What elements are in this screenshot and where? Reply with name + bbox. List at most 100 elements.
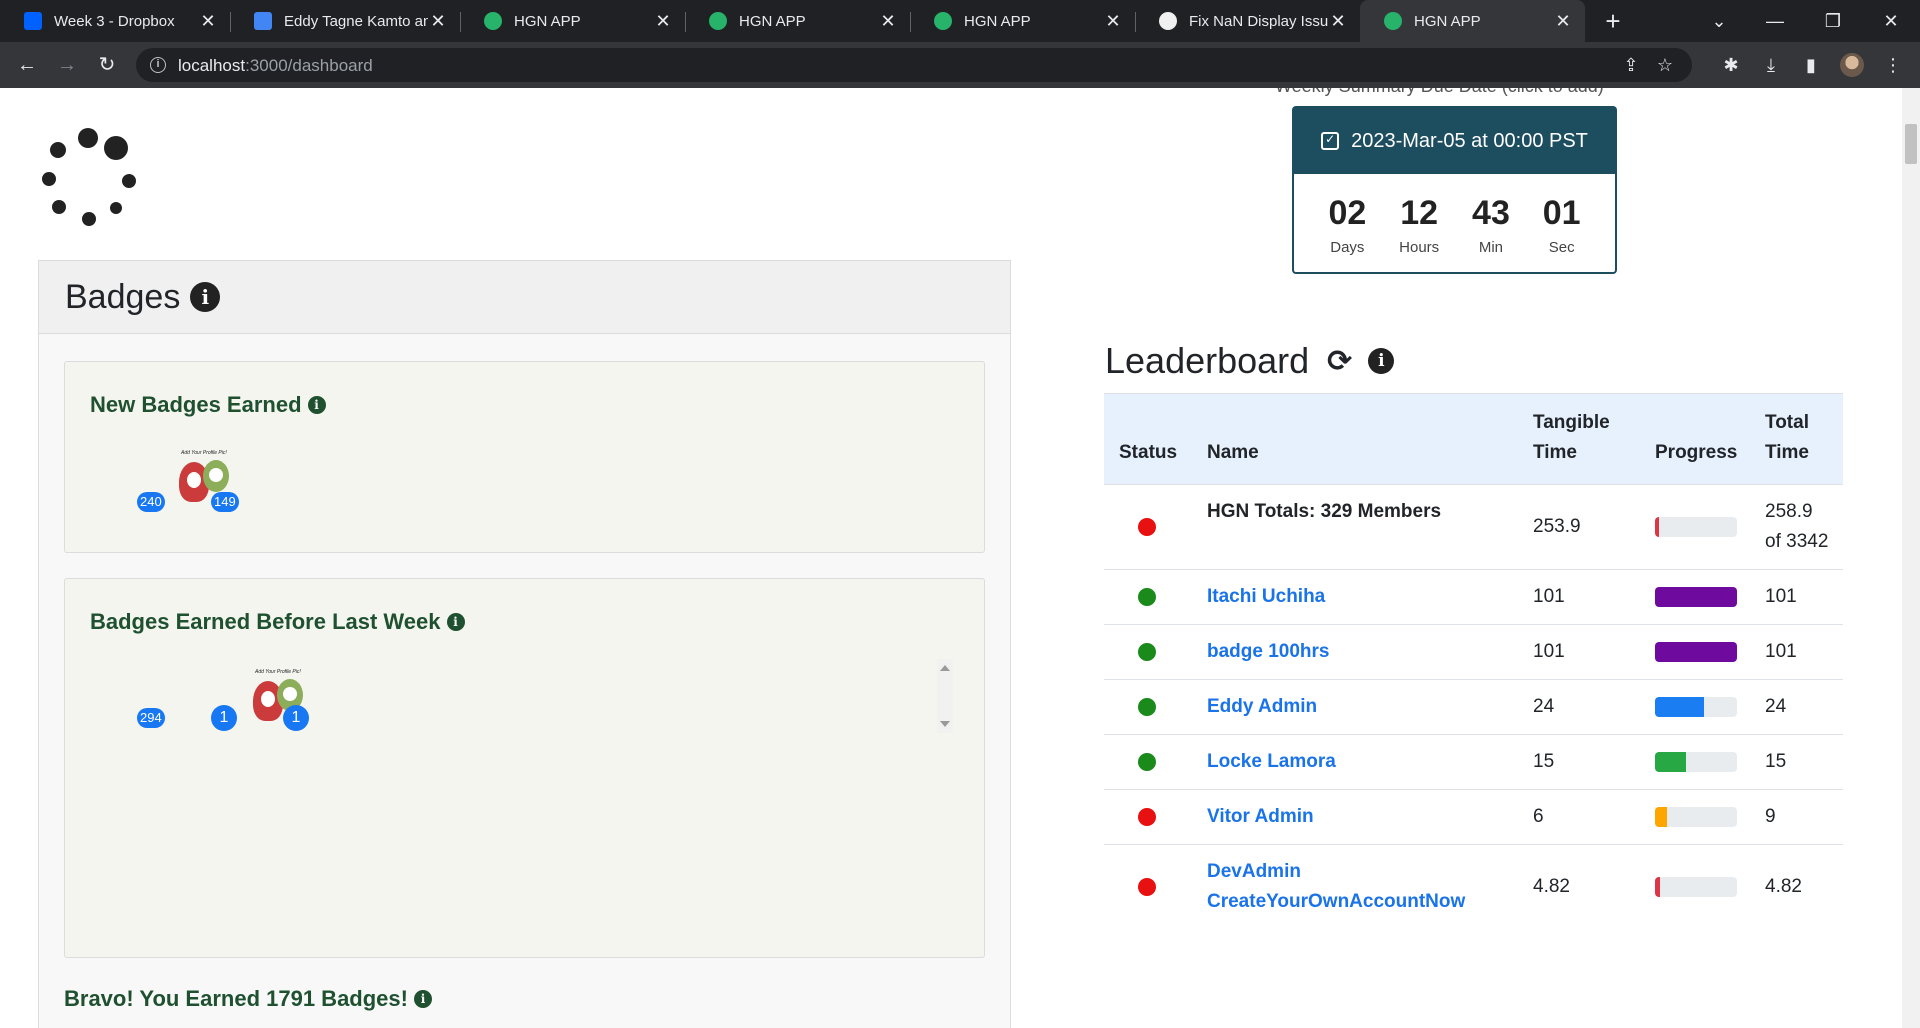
tab-search-icon[interactable]: ⌄ <box>1696 0 1742 42</box>
browser-tab-bar: Week 3 - Dropbox ✕ Eddy Tagne Kamto an ✕… <box>0 0 1920 42</box>
browser-tab[interactable]: Week 3 - Dropbox ✕ <box>0 0 230 42</box>
status-dot <box>1138 643 1156 661</box>
close-icon[interactable]: ✕ <box>653 11 673 32</box>
menu-icon[interactable]: ⋮ <box>1880 52 1906 78</box>
member-name-link[interactable]: DevAdmin CreateYourOwnAccountNow <box>1207 861 1465 912</box>
info-icon[interactable]: i <box>190 282 221 312</box>
tangible-time: 6 <box>1518 789 1640 845</box>
progress-bar <box>1655 517 1737 537</box>
summary-due-caption[interactable]: Weekly Summary Due Date (click to add) <box>1275 88 1604 97</box>
info-icon[interactable]: i <box>446 613 465 631</box>
badge-count: 1 <box>283 705 309 731</box>
page-scrollbar[interactable] <box>1902 88 1920 1028</box>
tab-title: Eddy Tagne Kamto an <box>284 12 428 30</box>
progress-bar <box>1655 587 1737 607</box>
member-name-link[interactable]: Itachi Uchiha <box>1207 586 1325 607</box>
due-date-header: 2023-Mar-05 at 00:00 PST <box>1294 108 1615 174</box>
before-badges-card: Badges Earned Before Last Week i 294 1 A… <box>64 578 985 958</box>
badge-count: 294 <box>137 708 165 728</box>
share-icon[interactable]: ⇪ <box>1620 54 1642 76</box>
hgn-icon <box>484 12 502 30</box>
badge-caption: Add Your Profile Pic! <box>255 669 301 675</box>
leaderboard-table: Status Name Tangible Time Progress Total… <box>1104 393 1843 929</box>
browser-tab-active[interactable]: HGN APP ✕ <box>1360 0 1585 42</box>
progress-bar <box>1655 642 1737 662</box>
bookmark-star-icon[interactable]: ☆ <box>1654 54 1676 76</box>
download-icon[interactable]: ⤓ <box>1758 52 1784 78</box>
new-badges-title: New Badges Earned i <box>90 392 326 418</box>
badges-panel: Badges i New Badges Earned i Add Your Pr… <box>38 260 1011 1028</box>
badge-caption: Add Your Profile Pic! <box>181 450 227 456</box>
member-name-link[interactable]: badge 100hrs <box>1207 641 1330 662</box>
badges-title: Badges <box>65 277 181 316</box>
table-row: HGN Totals: 329 Members 253.9 258.9 of 3… <box>1104 484 1843 570</box>
table-row: Eddy Admin 24 24 <box>1104 679 1843 735</box>
side-panel-icon[interactable]: ▮ <box>1798 52 1824 78</box>
close-icon[interactable]: ✕ <box>1553 11 1573 32</box>
github-icon <box>1159 12 1177 30</box>
close-icon[interactable]: ✕ <box>878 11 898 32</box>
scroll-down-icon[interactable] <box>940 721 950 727</box>
calendar-check-icon <box>1321 132 1340 150</box>
table-row: DevAdmin CreateYourOwnAccountNow 4.82 4.82 <box>1104 844 1843 929</box>
member-name-link[interactable]: Eddy Admin <box>1207 696 1317 717</box>
progress-fill <box>1655 807 1668 827</box>
dropbox-icon <box>24 12 42 30</box>
column-header: Tangible Time <box>1518 393 1640 485</box>
info-icon[interactable]: i <box>413 990 432 1008</box>
badge-count: 1 <box>211 705 237 731</box>
total-time: 258.9 of 3342 <box>1750 484 1843 570</box>
total-time: 4.82 <box>1750 844 1843 929</box>
url-text[interactable]: localhost:3000/dashboard <box>178 56 373 76</box>
tab-title: HGN APP <box>739 12 806 30</box>
progress-fill <box>1655 752 1687 772</box>
close-icon[interactable]: ✕ <box>1103 11 1123 32</box>
progress-bar <box>1655 697 1737 717</box>
refresh-icon[interactable]: ⟳ <box>1327 344 1352 379</box>
badge-count: 240 <box>137 492 165 512</box>
tab-title: HGN APP <box>1414 12 1481 30</box>
member-name-link[interactable]: Locke Lamora <box>1207 751 1336 772</box>
close-icon[interactable]: ✕ <box>198 11 218 32</box>
scroll-up-icon[interactable] <box>940 665 950 671</box>
table-header-row: Status Name Tangible Time Progress Total… <box>1104 393 1843 485</box>
close-icon[interactable]: ✕ <box>428 11 448 32</box>
info-icon[interactable]: i <box>307 396 326 414</box>
timer-number: 43 <box>1472 194 1510 232</box>
browser-tab[interactable]: Fix NaN Display Issue ✕ <box>1135 0 1360 42</box>
badges-scrollbar[interactable] <box>937 659 953 733</box>
total-time: 101 <box>1750 569 1843 625</box>
total-time: 24 <box>1750 679 1843 735</box>
info-icon[interactable]: i <box>1368 348 1395 374</box>
scroll-thumb[interactable] <box>1905 124 1917 164</box>
site-info-icon[interactable]: i <box>150 57 166 73</box>
minimize-icon[interactable]: — <box>1752 0 1798 42</box>
new-tab-button[interactable]: + <box>1598 6 1628 36</box>
member-name-link[interactable]: Vitor Admin <box>1207 806 1314 827</box>
timer-unit: 02 Days <box>1328 194 1366 256</box>
extensions-icon[interactable]: ✱ <box>1718 52 1744 78</box>
back-icon[interactable]: ← <box>12 50 42 80</box>
progress-bar <box>1655 752 1737 772</box>
forward-icon[interactable]: → <box>52 50 82 80</box>
status-dot <box>1138 878 1156 896</box>
browser-tab[interactable]: HGN APP ✕ <box>685 0 910 42</box>
timer-number: 01 <box>1542 194 1581 232</box>
browser-tab[interactable]: Eddy Tagne Kamto an ✕ <box>230 0 460 42</box>
summary-due-box[interactable]: 2023-Mar-05 at 00:00 PST 02 Days 12 Hour… <box>1292 106 1617 274</box>
tangible-time: 15 <box>1518 734 1640 790</box>
status-dot <box>1138 753 1156 771</box>
before-badges-title: Badges Earned Before Last Week i <box>90 609 465 635</box>
restore-icon[interactable]: ❐ <box>1810 0 1856 42</box>
timer-unit: 43 Min <box>1472 194 1510 256</box>
docs-icon <box>254 12 272 30</box>
close-icon[interactable]: ✕ <box>1328 11 1348 32</box>
browser-tab[interactable]: HGN APP ✕ <box>910 0 1135 42</box>
avatar[interactable] <box>1840 53 1864 77</box>
window-close-icon[interactable]: ✕ <box>1868 0 1914 42</box>
totals-name: HGN Totals: 329 Members <box>1192 484 1518 570</box>
status-dot <box>1138 698 1156 716</box>
address-bar[interactable]: i localhost:3000/dashboard ⇪ ☆ <box>136 48 1692 82</box>
reload-icon[interactable]: ↻ <box>92 50 122 80</box>
browser-tab[interactable]: HGN APP ✕ <box>460 0 685 42</box>
